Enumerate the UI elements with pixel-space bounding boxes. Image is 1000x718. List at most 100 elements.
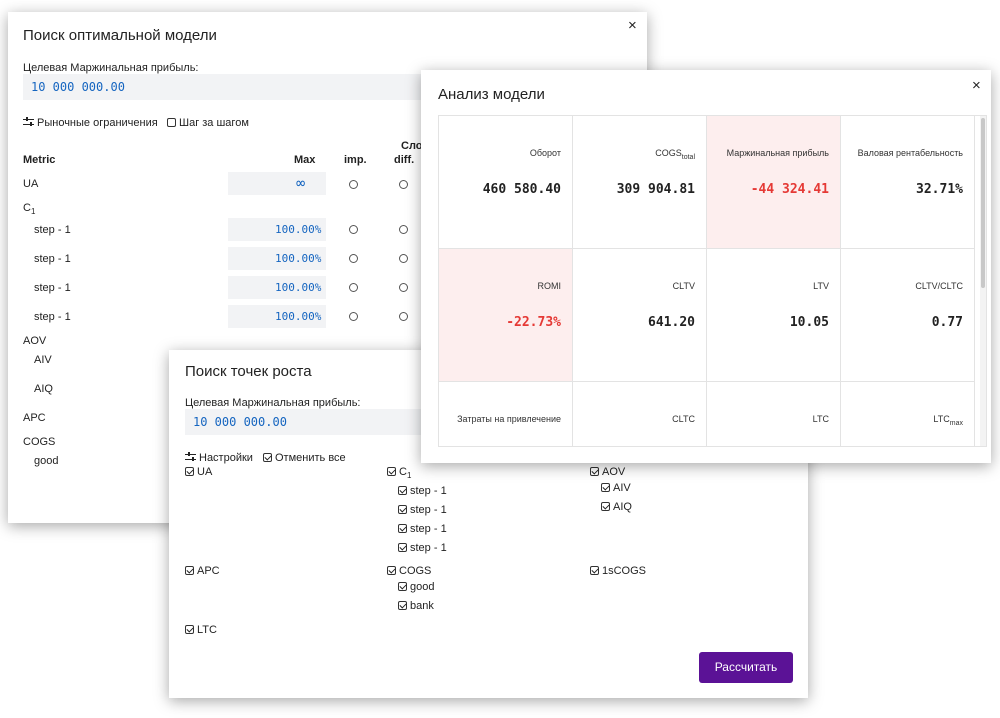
step-label: step - 1	[34, 282, 71, 294]
checkbox-icon	[398, 486, 407, 495]
step-label: step - 1	[34, 253, 71, 265]
target-label: Целевая Маржинальная прибыль:	[185, 397, 361, 409]
metric-value: 0.77	[931, 315, 963, 330]
step-by-step-checkbox[interactable]: Шаг за шагом	[167, 117, 249, 129]
target-value: 10 000 000.00	[193, 415, 287, 429]
col-max: Max	[294, 154, 316, 166]
metric-card: LTCmax	[841, 382, 975, 446]
metric-title: Валовая рентабельность	[857, 148, 963, 158]
metric-value: 460 580.40	[482, 182, 561, 197]
step-max-value: 100.00%	[275, 252, 322, 265]
sliders-icon	[185, 452, 196, 462]
metric-card: Маржинальная прибыль -44 324.41	[707, 116, 841, 249]
checkbox-bank[interactable]: bank	[398, 600, 434, 612]
checkbox-icon	[185, 625, 194, 634]
checkbox-aiv[interactable]: AIV	[601, 482, 631, 494]
ua-max-input[interactable]	[228, 172, 326, 195]
checkbox-icon	[398, 543, 407, 552]
ua-max-value: ∞	[296, 174, 306, 192]
grid-scrollbar[interactable]	[980, 116, 986, 446]
market-constraints-button[interactable]: Рыночные ограничения	[23, 117, 158, 129]
checkbox-step[interactable]: step - 1	[398, 542, 447, 554]
metric-card: CLTV/CLTC 0.77	[841, 249, 975, 382]
col-diff: diff.	[394, 154, 415, 166]
checkbox-aiq[interactable]: AIQ	[601, 501, 632, 513]
metric-title: ROMI	[537, 281, 562, 291]
step-label: step - 1	[34, 224, 71, 236]
checkbox-apc[interactable]: APC	[185, 565, 220, 577]
row-c1-label: C1	[23, 202, 36, 217]
checkbox-step[interactable]: step - 1	[398, 523, 447, 535]
checkbox-c1[interactable]: C1	[387, 466, 411, 480]
row-ua-label: UA	[23, 178, 39, 190]
close-icon[interactable]: ×	[972, 78, 981, 93]
metric-card: Оборот 460 580.40	[439, 116, 573, 249]
target-value: 10 000 000.00	[31, 80, 125, 94]
checkbox-cogs[interactable]: COGS	[387, 565, 431, 577]
metric-card: Затраты на привлечение	[439, 382, 573, 446]
metric-title: COGStotal	[655, 148, 695, 161]
checkbox-icon	[398, 505, 407, 514]
sliders-icon	[23, 117, 34, 127]
metric-title: Затраты на привлечение	[457, 414, 561, 424]
step-imp-radio[interactable]	[349, 254, 358, 263]
checkbox-icon	[167, 118, 176, 127]
row-cogs-label: COGS	[23, 436, 56, 448]
checkbox-ltc[interactable]: LTC	[185, 624, 217, 636]
checkbox-icon	[590, 467, 599, 476]
ua-imp-radio[interactable]	[349, 180, 358, 189]
col-metric: Metric	[23, 154, 56, 166]
metric-card: CLTC	[573, 382, 707, 446]
checkbox-icon	[601, 483, 610, 492]
checkbox-icon	[398, 582, 407, 591]
metric-title: Маржинальная прибыль	[726, 148, 829, 158]
step-diff-radio[interactable]	[399, 283, 408, 292]
step-imp-radio[interactable]	[349, 225, 358, 234]
checkbox-ua[interactable]: UA	[185, 466, 212, 478]
model-analysis-dialog: Анализ модели × Оборот 460 580.40 COGStota…	[421, 70, 991, 463]
checkbox-good[interactable]: good	[398, 581, 434, 593]
metric-title: CLTV/CLTC	[915, 281, 963, 291]
metric-value: 641.20	[648, 315, 695, 330]
checkbox-aov[interactable]: AOV	[590, 466, 625, 478]
dialog-title: Поиск оптимальной модели	[23, 27, 217, 44]
metric-title: CLTV	[672, 281, 695, 291]
metric-card: LTV 10.05	[707, 249, 841, 382]
cancel-all-checkbox[interactable]: Отменить все	[263, 452, 346, 464]
metric-title: LTV	[813, 281, 829, 291]
row-apc-label: APC	[23, 412, 46, 424]
col-diff-top: Сло	[401, 140, 423, 152]
step-diff-radio[interactable]	[399, 225, 408, 234]
close-icon[interactable]: ×	[628, 18, 637, 33]
dialog-title: Поиск точек роста	[185, 363, 312, 380]
checkbox-1scogs[interactable]: 1sCOGS	[590, 565, 646, 577]
step-imp-radio[interactable]	[349, 283, 358, 292]
metric-title: CLTC	[672, 414, 695, 424]
metrics-grid: Оборот 460 580.40 COGStotal 309 904.81 Маржи…	[438, 115, 987, 447]
calculate-button[interactable]: Рассчитать	[699, 652, 793, 683]
metric-card: COGStotal 309 904.81	[573, 116, 707, 249]
metric-card: CLTV 641.20	[573, 249, 707, 382]
row-aiv-label: AIV	[34, 354, 52, 366]
checkbox-icon	[387, 566, 396, 575]
step-label: step - 1	[34, 311, 71, 323]
ua-diff-radio[interactable]	[399, 180, 408, 189]
step-diff-radio[interactable]	[399, 312, 408, 321]
settings-button[interactable]: Настройки	[185, 452, 253, 464]
step-diff-radio[interactable]	[399, 254, 408, 263]
metric-value: 32.71%	[916, 182, 963, 197]
metric-value: -22.73%	[506, 315, 561, 330]
checkbox-step[interactable]: step - 1	[398, 485, 447, 497]
checkbox-icon	[185, 566, 194, 575]
step-max-value: 100.00%	[275, 310, 322, 323]
step-imp-radio[interactable]	[349, 312, 358, 321]
metric-card: ROMI -22.73%	[439, 249, 573, 382]
checkbox-icon	[398, 601, 407, 610]
metric-title: LTCmax	[933, 414, 963, 427]
scrollbar-thumb[interactable]	[981, 118, 985, 288]
metric-value: 309 904.81	[616, 182, 695, 197]
target-label: Целевая Маржинальная прибыль:	[23, 62, 199, 74]
row-aiq-label: AIQ	[34, 383, 53, 395]
checkbox-step[interactable]: step - 1	[398, 504, 447, 516]
step-max-value: 100.00%	[275, 281, 322, 294]
